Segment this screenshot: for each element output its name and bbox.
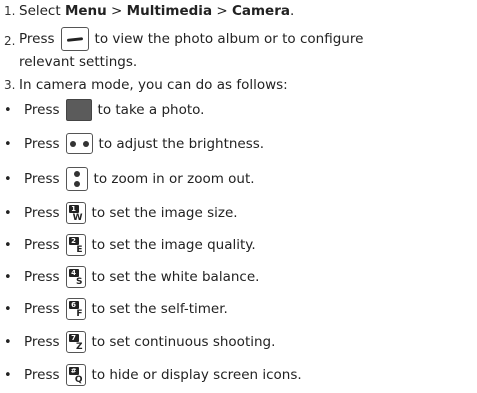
menu-label: Menu: [64, 3, 107, 19]
item-text: to zoom in or zoom out.: [93, 171, 255, 187]
item-text: to adjust the brightness.: [98, 135, 265, 152]
separator: >: [106, 3, 127, 19]
item-text: Press: [24, 171, 60, 187]
number-2-key-icon: 2 E: [65, 234, 86, 256]
step-text: In camera mode, you can do as follows:: [19, 77, 288, 93]
item-text: Press: [24, 301, 60, 317]
number-7-key-icon: 7 Z: [65, 331, 86, 353]
item-text: to take a photo.: [97, 102, 205, 118]
item-text: Press: [24, 237, 60, 253]
up-down-nav-key-icon: [65, 167, 88, 191]
item-text: to set the image size.: [91, 205, 238, 221]
bullet: •: [4, 238, 12, 253]
bullet: •: [4, 335, 12, 350]
hash-key-icon: # Q: [65, 364, 86, 386]
item-text: Press: [24, 367, 60, 383]
item-text: to set the self-timer.: [91, 301, 228, 317]
step-number: 1.: [4, 4, 16, 18]
item-text: to set the white balance.: [91, 269, 260, 285]
bullet: •: [4, 103, 12, 118]
item-text: Press: [24, 135, 60, 152]
item-text: to set continuous shooting.: [91, 334, 276, 350]
step-text-end: .: [289, 3, 295, 19]
step-text: relevant settings.: [19, 54, 138, 70]
bullet: •: [4, 206, 12, 221]
left-soft-key-icon: [60, 27, 89, 51]
number-4-key-icon: 4 S: [65, 266, 86, 288]
item-text: Press: [24, 205, 60, 221]
item-text: Press: [24, 102, 60, 118]
step-text: Select: [19, 3, 65, 19]
multimedia-label: Multimedia: [126, 3, 213, 19]
step-text: to view the photo album or to configure: [94, 31, 364, 47]
item-text: to hide or display screen icons.: [91, 367, 302, 383]
item-text: to set the image quality.: [91, 237, 256, 253]
item-text: Press: [24, 269, 60, 285]
left-right-nav-key-icon: [65, 133, 93, 154]
separator: >: [212, 3, 232, 19]
bullet: •: [4, 302, 12, 317]
step-text: Press: [19, 31, 55, 47]
bullet: •: [4, 368, 12, 383]
item-text: Press: [24, 334, 60, 350]
camera-label: Camera: [231, 3, 290, 19]
step-number: 2.: [4, 34, 16, 48]
camera-shutter-key-icon: [65, 99, 92, 121]
step-number: 3.: [4, 78, 16, 92]
number-1-key-icon: 1 W: [65, 202, 86, 224]
bullet: •: [4, 137, 12, 152]
number-6-key-icon: 6 F: [65, 298, 86, 320]
bullet: •: [4, 172, 12, 187]
bullet: •: [4, 270, 12, 285]
